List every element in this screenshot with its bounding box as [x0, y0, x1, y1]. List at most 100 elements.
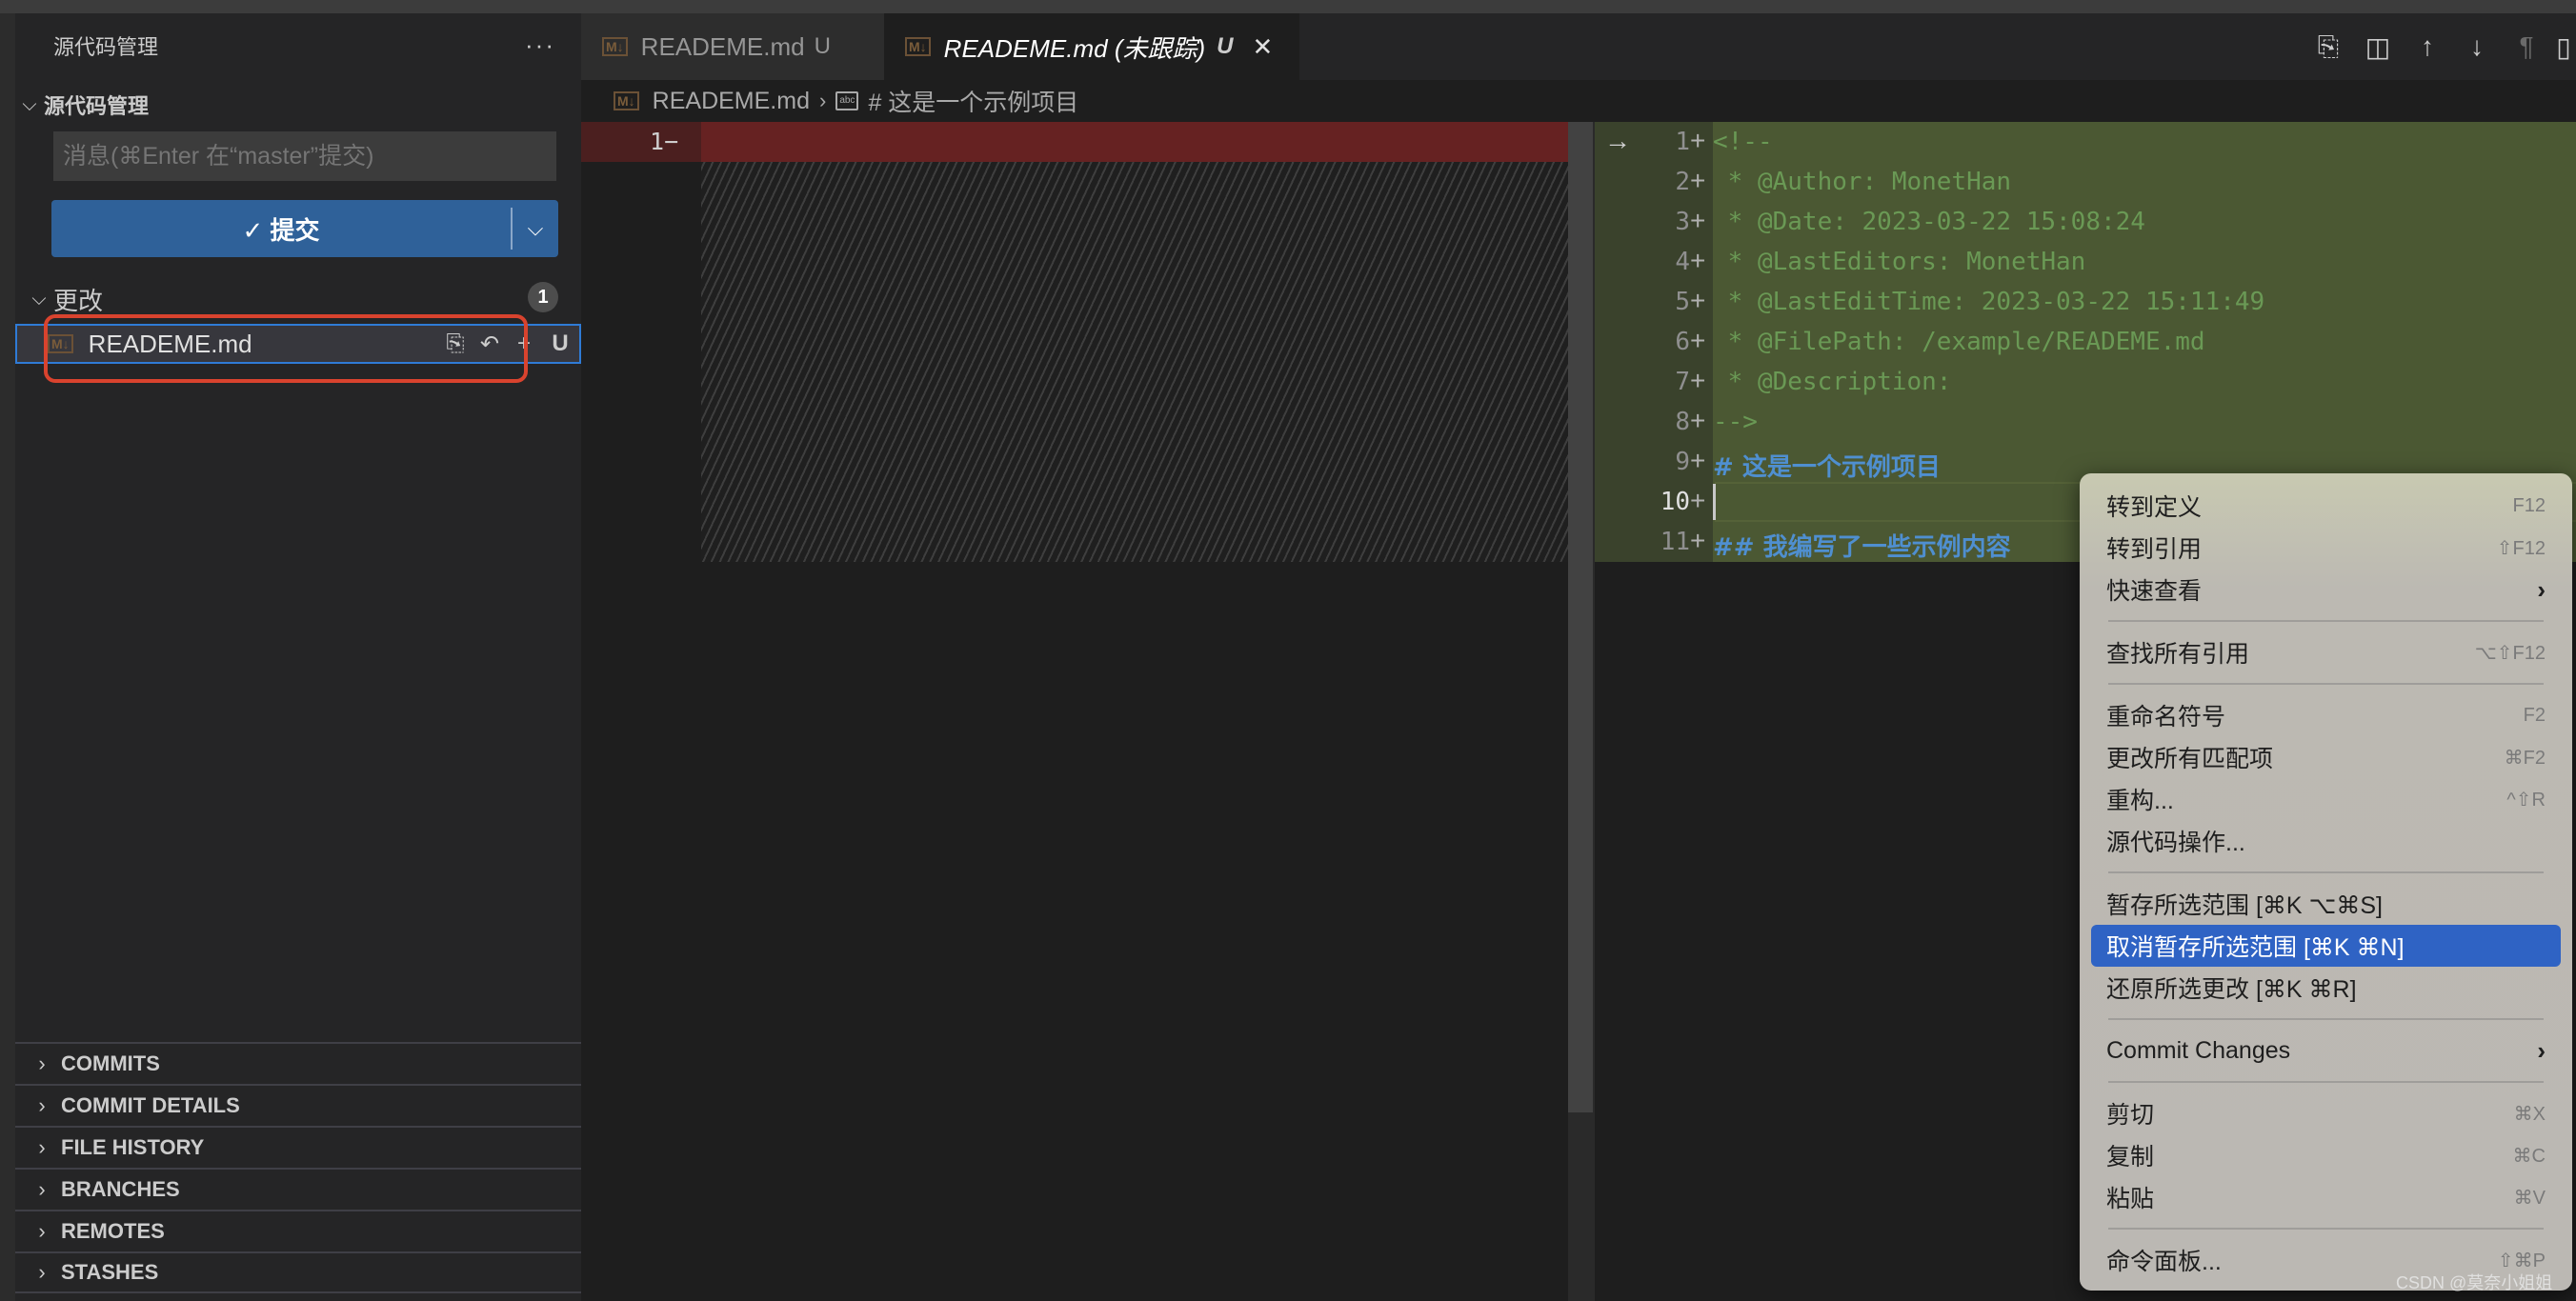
panel-file-history[interactable]: › FILE HISTORY	[15, 1126, 581, 1168]
context-menu-item[interactable]: 还原所选更改 [⌘K ⌘R]	[2080, 967, 2572, 1009]
chevron-down-icon: ⌵	[31, 288, 47, 310]
tab-label: READEME.md (未跟踪)	[943, 33, 1206, 63]
removed-line	[701, 122, 1568, 162]
commit-dropdown-button[interactable]: ⌵	[513, 200, 558, 257]
stage-changes-icon[interactable]: +	[507, 330, 541, 357]
added-marker: +	[1690, 286, 1706, 315]
context-menu-item[interactable]: 复制 ⌘C	[2080, 1134, 2572, 1176]
chevron-right-icon: ›	[38, 1093, 46, 1117]
added-marker: +	[1690, 446, 1706, 475]
context-menu-item[interactable]: 快速查看 ›	[2080, 569, 2572, 610]
scrollbar-thumb[interactable]	[1568, 122, 1593, 1112]
menu-item-label: 复制	[2106, 1144, 2155, 1171]
split-find-icon[interactable]: ◫	[2353, 31, 2403, 63]
pilcrow-icon[interactable]: ¶	[2502, 31, 2551, 62]
menu-item-label: 更改所有匹配项	[2106, 746, 2274, 772]
breadcrumb-symbol[interactable]: # 这是一个示例项目	[868, 84, 1078, 118]
panel-commit-details[interactable]: › COMMIT DETAILS	[15, 1084, 581, 1126]
discard-changes-icon[interactable]: ↶	[473, 330, 507, 358]
menu-item-shortcut: ⇧F12	[2496, 537, 2546, 559]
chevron-right-icon: ›	[38, 1260, 46, 1284]
context-menu-item[interactable]: 粘贴 ⌘V	[2080, 1176, 2572, 1218]
context-menu-item[interactable]: 转到定义 F12	[2080, 485, 2572, 527]
context-menu-item[interactable]: Commit Changes ›	[2080, 1030, 2572, 1071]
source-control-section-header[interactable]: ⌵ 源代码管理	[15, 86, 581, 124]
code-comment: * @Date: 2023-03-22 15:08:24	[1713, 208, 2145, 236]
added-line: 6 + * @FilePath: /example/READEME.md	[1595, 322, 2576, 362]
changes-count-badge: 1	[528, 282, 558, 312]
context-menu-item[interactable]: 查找所有引用 ⌥⇧F12	[2080, 631, 2572, 673]
menu-item-shortcut: F2	[2523, 704, 2546, 726]
panel-label: REMOTES	[61, 1219, 165, 1243]
commit-message-input[interactable]	[53, 131, 556, 181]
tab-readme[interactable]: M↓ READEME.md U	[581, 13, 884, 80]
close-icon[interactable]: ✕	[1252, 32, 1273, 62]
panel-remotes[interactable]: › REMOTES	[15, 1210, 581, 1251]
line-number: 3	[1675, 208, 1690, 236]
menu-item-shortcut: ⇧⌘P	[2497, 1250, 2546, 1271]
panel-commits[interactable]: › COMMITS	[15, 1042, 581, 1084]
panel-stashes[interactable]: › STASHES	[15, 1251, 581, 1293]
menu-item-label: 源代码操作...	[2106, 830, 2245, 856]
context-menu-item[interactable]: 取消暂存所选范围 [⌘K ⌘N]	[2091, 925, 2561, 967]
chevron-right-icon: ›	[38, 1135, 46, 1159]
section-title: 源代码管理	[44, 94, 150, 118]
context-menu-item[interactable]: 重命名符号 F2	[2080, 694, 2572, 736]
commit-button[interactable]: ✓ 提交	[51, 200, 511, 257]
tab-readme-untracked[interactable]: M↓ READEME.md (未跟踪) U ✕	[884, 13, 1299, 80]
context-menu-item[interactable]: 暂存所选范围 [⌘K ⌥⌘S]	[2080, 883, 2572, 925]
ellipsis-icon[interactable]: ···	[525, 32, 555, 57]
context-menu-item[interactable]: 剪切 ⌘X	[2080, 1092, 2572, 1134]
arrow-up-icon[interactable]: ↑	[2403, 31, 2452, 62]
menu-item-label: 还原所选更改 [⌘K ⌘R]	[2106, 976, 2357, 1003]
menu-separator	[2080, 673, 2572, 694]
breadcrumb-file[interactable]: READEME.md	[653, 88, 810, 115]
panel-branches[interactable]: › BRANCHES	[15, 1168, 581, 1210]
menu-item-label: Commit Changes	[2106, 1036, 2291, 1064]
line-number: 9	[1675, 448, 1690, 476]
menu-item-label: 取消暂存所选范围 [⌘K ⌘N]	[2106, 934, 2405, 961]
menu-item-label: 查找所有引用	[2106, 641, 2250, 668]
menu-item-label: 快速查看	[2106, 578, 2203, 605]
open-file-icon[interactable]: ⎘	[438, 330, 473, 357]
diff-original-pane[interactable]: 1−	[581, 122, 1568, 1301]
changes-group-header[interactable]: ⌵ 更改 1	[15, 282, 581, 316]
menu-item-shortcut: F12	[2512, 494, 2546, 516]
menu-item-shortcut: ⌘V	[2513, 1187, 2546, 1209]
code-heading: ## 我编写了一些示例内容	[1713, 533, 2011, 562]
changed-file-row[interactable]: M↓ READEME.md ⎘ ↶ + U	[15, 324, 581, 364]
menu-item-shortcut: ^⇧R	[2506, 789, 2546, 811]
panel-label: FILE HISTORY	[61, 1135, 205, 1159]
sidebar-title: 源代码管理	[53, 35, 159, 59]
added-marker: +	[1690, 166, 1706, 195]
added-marker: +	[1690, 326, 1706, 355]
menu-item-shortcut: ⌘F2	[2504, 747, 2546, 769]
markdown-icon: M↓	[48, 334, 73, 353]
added-line: 7 + * @Description:	[1595, 362, 2576, 402]
code-comment: <!--	[1713, 128, 1773, 156]
context-menu-item[interactable]: 更改所有匹配项 ⌘F2	[2080, 736, 2572, 778]
context-menu-item[interactable]: 重构... ^⇧R	[2080, 778, 2572, 820]
split-editor-icon[interactable]: ▯	[2551, 31, 2576, 63]
context-menu-item[interactable]: 源代码操作...	[2080, 820, 2572, 862]
added-marker: +	[1690, 206, 1706, 235]
line-number: 11	[1660, 528, 1690, 556]
line-number: 8	[1675, 408, 1690, 436]
arrow-down-icon[interactable]: ↓	[2452, 31, 2502, 62]
added-marker: +	[1690, 246, 1706, 275]
chevron-right-icon: ›	[38, 1051, 46, 1075]
menu-item-shortcut: ⌥⇧F12	[2474, 642, 2546, 664]
code-comment: * @FilePath: /example/READEME.md	[1713, 328, 2205, 356]
open-file-icon[interactable]: ⎘	[2304, 31, 2353, 63]
tab-status: U	[814, 33, 831, 59]
menu-item-shortcut: ⌘C	[2512, 1145, 2546, 1167]
line-number: 2	[1675, 168, 1690, 196]
context-menu-item[interactable]: 转到引用 ⇧F12	[2080, 527, 2572, 569]
menu-separator	[2080, 1071, 2572, 1092]
chevron-right-icon: ›	[38, 1177, 46, 1201]
diff-scrollbar[interactable]	[1568, 122, 1595, 1301]
tab-label: READEME.md	[640, 31, 805, 61]
submenu-chevron-icon: ›	[2537, 1035, 2546, 1065]
added-marker: +	[1690, 366, 1706, 395]
context-menu: 转到定义 F12 转到引用 ⇧F12 快速查看 › 查找所有引用 ⌥⇧F12 重命名符号 F2 更改…	[2080, 473, 2572, 1291]
